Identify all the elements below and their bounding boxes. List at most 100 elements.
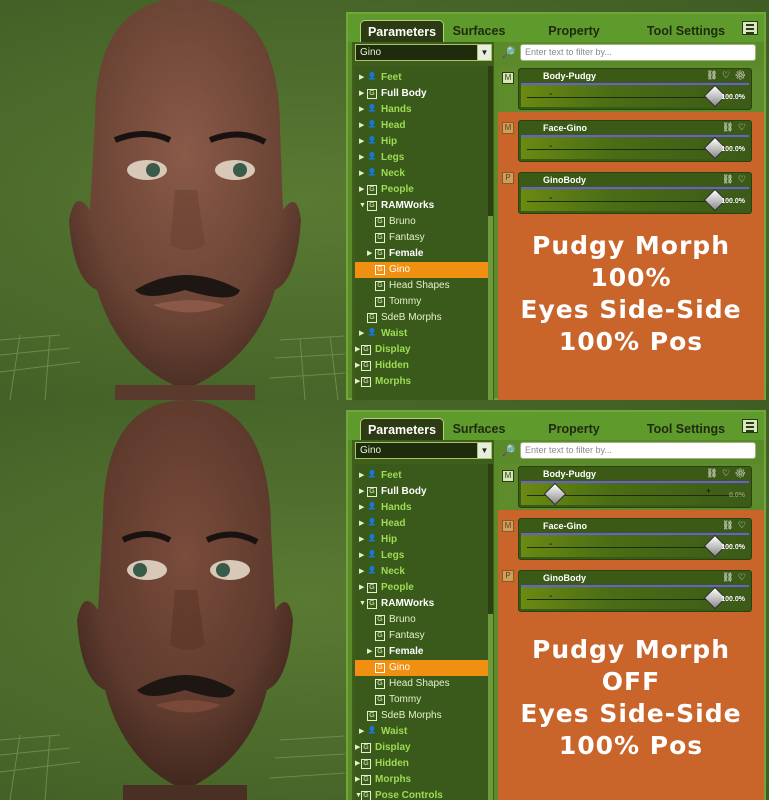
tree-item-people[interactable]: ▶ G People (355, 580, 488, 596)
tree-item-hidden[interactable]: ▶ G Hidden (355, 756, 488, 772)
chevron-down-icon[interactable]: ▼ (477, 443, 491, 458)
tree-item-display[interactable]: ▶ G Display (355, 740, 488, 756)
tree-item-full-body[interactable]: ▶ G Full Body (355, 86, 488, 102)
slider-option-icons[interactable]: ⛓ ♡ (722, 572, 747, 583)
figure-icon: 👤 (367, 567, 377, 574)
tree-item-female[interactable]: ▶ G Female (355, 246, 488, 262)
group-icon: G (375, 249, 385, 259)
slider-knob[interactable] (543, 482, 567, 506)
tree-item-head-shapes[interactable]: G Head Shapes (355, 278, 488, 294)
caption-line: 100% Pos (558, 731, 704, 760)
tree-item-feet[interactable]: ▶ 👤 Feet (355, 70, 488, 86)
slider-value[interactable]: 100.0% (721, 146, 745, 153)
property-groups: Gino ▼ ▶ 👤 Feet ▶ G Full Body ▶ 👤 Hands ▶ 👤 Head… (352, 440, 494, 800)
tree-item-neck[interactable]: ▶ 👤 Neck (355, 166, 488, 182)
slider-body-pudgy[interactable]: Body-Pudgy ⛓ ♡ ⚙ + 0.0% (518, 466, 752, 508)
tree-item-morphs[interactable]: ▶ G Morphs (355, 772, 488, 788)
tree-item-legs[interactable]: ▶ 👤 Legs (355, 150, 488, 166)
tree-item-feet[interactable]: ▶ 👤 Feet (355, 468, 488, 484)
tab-property-hierarchy[interactable]: Property Hierarchy (518, 20, 630, 60)
tree-item-display[interactable]: ▶ G Display (355, 342, 488, 358)
tree-item-fantasy[interactable]: G Fantasy (355, 628, 488, 644)
group-icon: G (375, 217, 385, 227)
slider-option-icons[interactable]: ⛓ ♡ (722, 520, 747, 531)
tree-item-bruno[interactable]: G Bruno (355, 214, 488, 230)
tree-item-gino[interactable]: G Gino (355, 660, 488, 676)
caption-line: Pudgy Morph (532, 231, 730, 260)
tree-item-hip[interactable]: ▶ 👤 Hip (355, 134, 488, 150)
tree-item-hands[interactable]: ▶ 👤 Hands (355, 102, 488, 118)
pane-menu-icon[interactable] (742, 21, 758, 35)
tree-item-tommy[interactable]: G Tommy (355, 294, 488, 310)
tab-tool-settings[interactable]: Tool Settings (640, 418, 732, 440)
tree-item-neck[interactable]: ▶ 👤 Neck (355, 564, 488, 580)
slider-value[interactable]: 100.0% (721, 94, 745, 101)
filter-input[interactable]: Enter text to filter by... (520, 44, 756, 61)
slider-track[interactable]: - 100.0% (521, 585, 749, 610)
figure-dropdown[interactable]: Gino ▼ (355, 44, 492, 61)
group-icon: G (367, 599, 377, 609)
slider-value[interactable]: 100.0% (721, 596, 745, 603)
slider-option-icons[interactable]: ⛓ ♡ (722, 174, 747, 185)
slider-track[interactable]: - 100.0% (521, 533, 749, 558)
filter-input[interactable]: Enter text to filter by... (520, 442, 756, 459)
slider-ginobody[interactable]: GinoBody ⛓ ♡ - 100.0% (518, 570, 752, 612)
tree-item-tommy[interactable]: G Tommy (355, 692, 488, 708)
slider-track[interactable]: - 100.0% (521, 187, 749, 212)
slider-track[interactable]: + 0.0% (521, 481, 749, 506)
slider-value[interactable]: 100.0% (721, 198, 745, 205)
slider-body-pudgy[interactable]: Body-Pudgy ⛓ ♡ ⚙ - 100.0% (518, 68, 752, 110)
slider-track[interactable]: - 100.0% (521, 135, 749, 160)
tree-item-sdeb-morphs[interactable]: G SdeB Morphs (355, 310, 488, 326)
caption-line: Eyes Side-Side (520, 699, 742, 728)
tab-surfaces[interactable]: Surfaces (448, 418, 510, 440)
slider-option-icons[interactable]: ⛓ ♡ ⚙ (706, 468, 747, 479)
slider-option-icons[interactable]: ⛓ ♡ (722, 122, 747, 133)
tree-item-pose-controls[interactable]: ▼ G Pose Controls (355, 788, 488, 800)
group-icon: G (367, 89, 377, 99)
tree-item-waist[interactable]: ▶ 👤 Waist (355, 326, 488, 342)
group-icon: G (375, 631, 385, 641)
tree-item-waist[interactable]: ▶ 👤 Waist (355, 724, 488, 740)
slider-track[interactable]: - 100.0% (521, 83, 749, 108)
group-icon: G (375, 647, 385, 657)
tab-surfaces[interactable]: Surfaces (448, 20, 510, 42)
slider-value[interactable]: 0.0% (729, 492, 745, 499)
tree-item-head-shapes[interactable]: G Head Shapes (355, 676, 488, 692)
tab-tool-settings[interactable]: Tool Settings (640, 20, 732, 42)
pane-menu-icon[interactable] (742, 419, 758, 433)
figure-dropdown[interactable]: Gino ▼ (355, 442, 492, 459)
tree-item-bruno[interactable]: G Bruno (355, 612, 488, 628)
figure-icon: 👤 (367, 137, 377, 144)
tree-item-morphs[interactable]: ▶ G Morphs (355, 374, 488, 390)
tree-item-hidden[interactable]: ▶ G Hidden (355, 358, 488, 374)
slider-option-icons[interactable]: ⛓ ♡ ⚙ (706, 70, 747, 81)
tab-parameters[interactable]: Parameters (360, 418, 444, 440)
tree-item-head[interactable]: ▶ 👤 Head (355, 118, 488, 134)
tree-item-fantasy[interactable]: G Fantasy (355, 230, 488, 246)
tab-property-hierarchy[interactable]: Property Hierarchy (518, 418, 630, 458)
tree-item-ramworks[interactable]: ▼ G RAMWorks (355, 596, 488, 612)
chevron-down-icon[interactable]: ▼ (477, 45, 491, 60)
tree-item-hip[interactable]: ▶ 👤 Hip (355, 532, 488, 548)
tree-item-ramworks[interactable]: ▼ G RAMWorks (355, 198, 488, 214)
group-icon: G (367, 313, 377, 323)
tree-item-female[interactable]: ▶ G Female (355, 644, 488, 660)
tree-item-sdeb-morphs[interactable]: G SdeB Morphs (355, 708, 488, 724)
slider-face-gino[interactable]: Face-Gino ⛓ ♡ - 100.0% (518, 518, 752, 560)
tree-scrollbar[interactable] (488, 464, 493, 800)
tree-item-legs[interactable]: ▶ 👤 Legs (355, 548, 488, 564)
slider-value[interactable]: 100.0% (721, 544, 745, 551)
caption-line: 100% (590, 263, 672, 292)
tree-item-gino[interactable]: G Gino (355, 262, 488, 278)
slider-face-gino[interactable]: Face-Gino ⛓ ♡ - 100.0% (518, 120, 752, 162)
slider-ginobody[interactable]: GinoBody ⛓ ♡ - 100.0% (518, 172, 752, 214)
tree-item-hands[interactable]: ▶ 👤 Hands (355, 500, 488, 516)
tab-parameters[interactable]: Parameters (360, 20, 444, 42)
tree-item-head[interactable]: ▶ 👤 Head (355, 516, 488, 532)
group-icon: G (367, 487, 377, 497)
tree-item-full-body[interactable]: ▶ G Full Body (355, 484, 488, 500)
tree-item-people[interactable]: ▶ G People (355, 182, 488, 198)
tree-scrollbar[interactable] (488, 66, 493, 400)
search-icon: 🔎 (502, 47, 516, 59)
